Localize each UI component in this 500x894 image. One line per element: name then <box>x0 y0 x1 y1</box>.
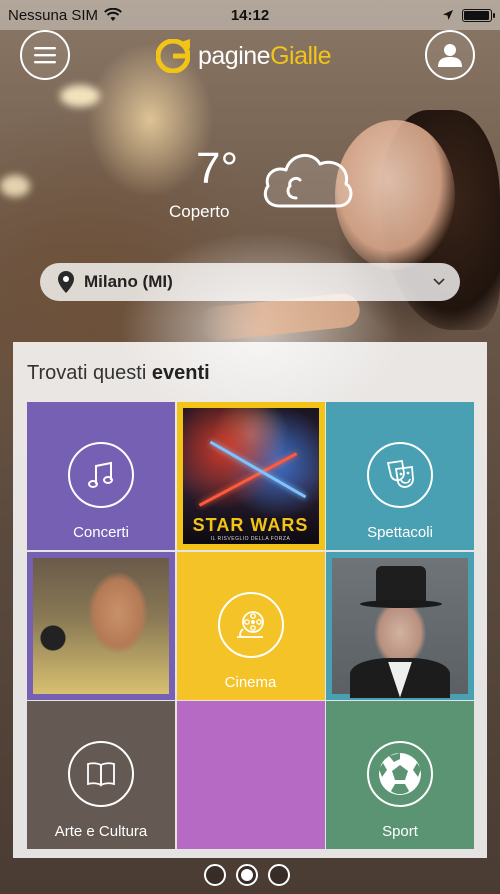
star-wars-poster-image: STAR WARS IL RISVEGLIO DELLA FORZA <box>182 408 319 544</box>
page-indicator <box>204 864 290 886</box>
cloud-icon <box>263 154 353 208</box>
page-dot-3[interactable] <box>268 864 290 886</box>
carrier-label: Nessuna SIM <box>8 6 99 24</box>
events-panel: Trovati questi eventi Concerti STAR WARS… <box>13 342 487 858</box>
theater-masks-icon <box>386 459 414 488</box>
profile-button[interactable] <box>425 30 475 80</box>
user-icon <box>438 44 462 67</box>
wifi-icon <box>104 8 122 21</box>
status-bar: Nessuna SIM 14:12 <box>0 0 500 30</box>
event-star-wars-poster[interactable]: STAR WARS IL RISVEGLIO DELLA FORZA <box>176 402 325 550</box>
weather-condition: Coperto <box>169 202 230 221</box>
poster-title: STAR WARS <box>192 515 309 535</box>
music-note-icon <box>88 461 113 488</box>
film-reel-icon <box>236 610 264 638</box>
paginegialle-logo-icon <box>156 39 190 73</box>
location-city: Milano (MI) <box>84 272 173 291</box>
weather-widget: 7° Coperto <box>160 140 370 230</box>
category-tile-magenta[interactable] <box>176 701 325 849</box>
hamburger-icon <box>34 47 56 64</box>
category-label: Spettacoli <box>367 524 433 541</box>
category-label: Cinema <box>224 673 277 691</box>
chevron-down-icon <box>433 278 445 286</box>
category-sport[interactable]: Sport <box>326 701 474 849</box>
man-in-hat-photo <box>332 557 468 698</box>
location-arrow-icon <box>443 10 453 20</box>
category-label: Concerti <box>73 524 129 541</box>
category-concerti[interactable]: Concerti <box>27 402 175 550</box>
book-icon <box>87 762 115 787</box>
category-label: Arte e Cultura <box>54 823 148 840</box>
menu-button[interactable] <box>20 30 70 80</box>
map-pin-icon <box>58 271 74 293</box>
category-spettacoli[interactable]: Spettacoli <box>326 402 474 550</box>
temperature: 7° <box>196 144 239 193</box>
page-dot-2[interactable] <box>236 864 258 886</box>
battery-icon <box>462 8 495 22</box>
events-grid: Concerti STAR WARS IL RISVEGLIO DELLA FO… <box>27 402 474 849</box>
app-logo: pagineGialle <box>156 36 331 76</box>
category-arte-e-cultura[interactable]: Arte e Cultura <box>27 701 175 849</box>
logo-text-gialle: Gialle <box>270 41 331 70</box>
events-title: Trovati questi eventi <box>27 362 210 384</box>
location-selector[interactable]: Milano (MI) <box>40 263 460 301</box>
page-dot-1[interactable] <box>204 864 226 886</box>
singer-photo <box>33 557 169 694</box>
category-cinema[interactable]: Cinema <box>176 551 325 700</box>
soccer-ball-icon <box>379 753 421 795</box>
logo-text-pagine: pagine <box>198 41 271 70</box>
event-singer-photo[interactable] <box>27 551 175 700</box>
poster-subtitle: IL RISVEGLIO DELLA FORZA <box>210 536 291 542</box>
category-label: Sport <box>382 823 418 840</box>
event-man-in-hat-photo[interactable] <box>326 551 474 700</box>
